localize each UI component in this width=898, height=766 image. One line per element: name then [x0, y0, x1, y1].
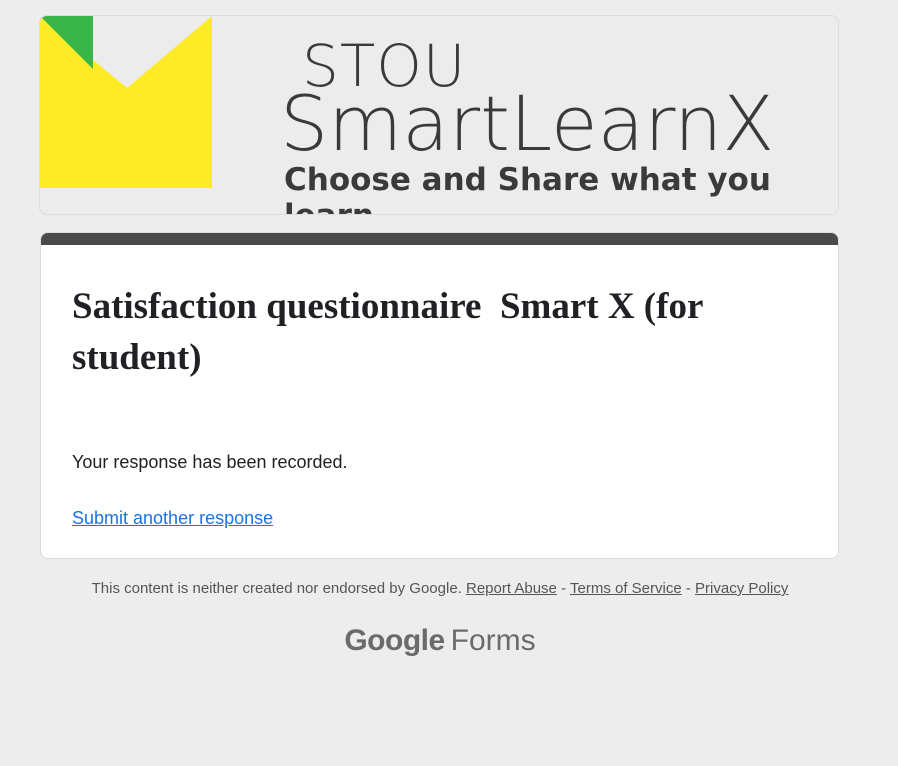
terms-of-service-link[interactable]: Terms of Service	[570, 580, 682, 597]
header-banner-image: STOU SmartLearnX Choose and Share what y…	[39, 15, 839, 215]
confirmation-card: Satisfaction questionnaire Smart X (for …	[40, 232, 839, 559]
footer-disclaimer: This content is neither created nor endo…	[0, 579, 880, 599]
green-triangle-icon	[40, 16, 93, 69]
report-abuse-link[interactable]: Report Abuse	[466, 580, 557, 597]
submit-another-response-link[interactable]: Submit another response	[72, 506, 273, 530]
google-wordmark: Google	[344, 624, 445, 657]
card-accent-bar	[41, 233, 838, 245]
disclaimer-text: This content is neither created nor endo…	[91, 580, 462, 597]
brand-name: SmartLearnX	[280, 79, 775, 168]
footer-separator: -	[685, 580, 691, 597]
form-title: Satisfaction questionnaire Smart X (for …	[72, 286, 712, 378]
forms-wordmark: Forms	[450, 624, 536, 657]
footer-separator: -	[561, 580, 567, 597]
confirmation-message: Your response has been recorded.	[72, 452, 348, 472]
privacy-policy-link[interactable]: Privacy Policy	[695, 580, 788, 597]
google-forms-logo[interactable]: Google Forms	[0, 622, 880, 660]
brand-tagline: Choose and Share what you learn	[284, 162, 771, 214]
